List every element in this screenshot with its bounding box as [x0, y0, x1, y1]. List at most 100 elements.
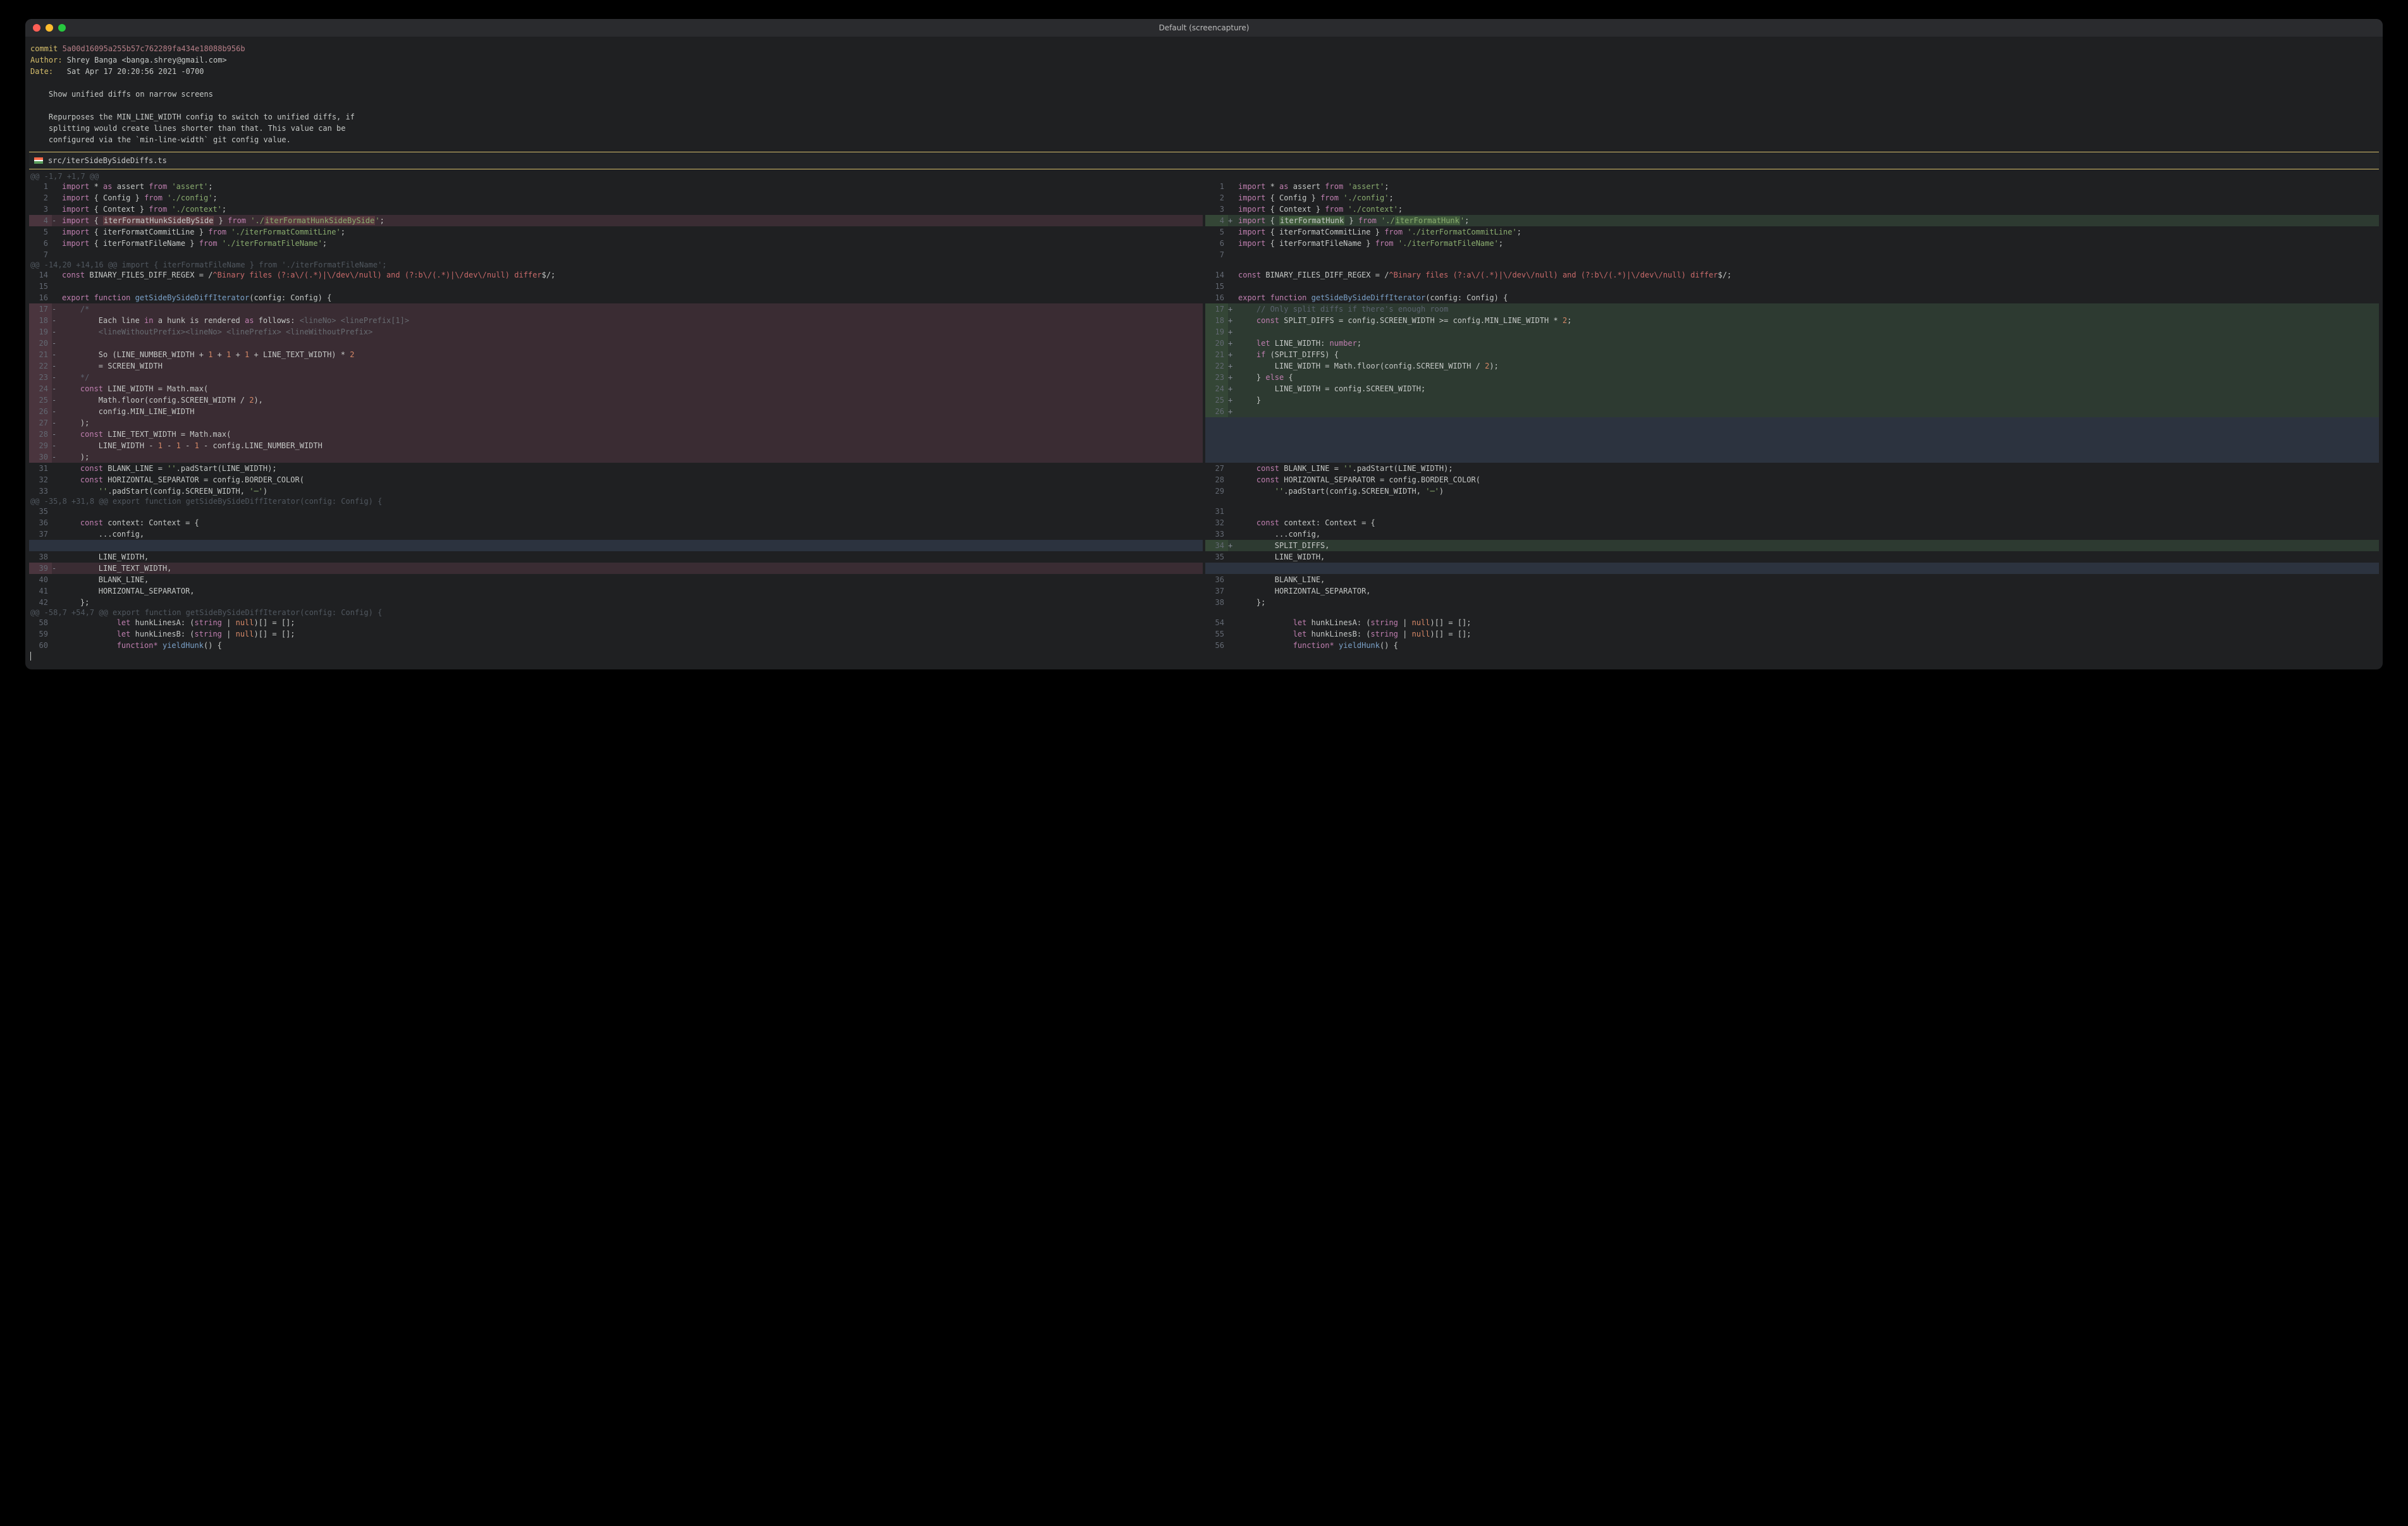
- hunk-range: @@ -1,7 +1,7 @@: [30, 172, 2379, 181]
- diff-pad: [29, 540, 1203, 551]
- code: function* yieldHunk() {: [62, 640, 1203, 651]
- line-marker: [52, 474, 62, 485]
- prompt-cursor[interactable]: [29, 651, 2379, 661]
- code: let hunkLinesA: (string | null)[] = [];: [1238, 617, 2379, 628]
- line-number: 56: [1205, 640, 1228, 651]
- diff-left: 58 let hunkLinesA: (string | null)[] = […: [29, 617, 1203, 651]
- line-number: 24: [29, 383, 52, 394]
- line-number: 33: [29, 485, 52, 497]
- line-number: 16: [29, 292, 52, 303]
- diff-line-deleted: 19- <lineWithoutPrefix><lineNo> <linePre…: [29, 326, 1203, 338]
- diff-line: 59 let hunkLinesB: (string | null)[] = […: [29, 628, 1203, 640]
- code: LINE_WIDTH - 1 - 1 - 1 - config.LINE_NUM…: [62, 440, 1203, 451]
- hunk-header: @@ -58,7 +54,7 @@ export function getSid…: [29, 608, 2379, 617]
- diff-pad: [1205, 429, 2379, 440]
- diff-line: 16 export function getSideBySideDiffIter…: [29, 292, 1203, 303]
- line-marker: -: [52, 417, 62, 429]
- line-number: 26: [1205, 406, 1228, 417]
- line-number: 7: [1205, 249, 1228, 260]
- code: [62, 249, 1203, 260]
- line-number: 22: [1205, 360, 1228, 372]
- line-marker: [1228, 440, 1238, 451]
- line-marker: -: [52, 326, 62, 338]
- commit-body-line: configured via the `min-line-width` git …: [30, 135, 291, 144]
- diff-line: 16 export function getSideBySideDiffIter…: [1205, 292, 2379, 303]
- line-marker: [1228, 506, 1238, 517]
- line-number: 19: [29, 326, 52, 338]
- line-number: 2: [1205, 192, 1228, 204]
- line-number: 33: [1205, 528, 1228, 540]
- code: const context: Context = {: [62, 517, 1203, 528]
- commit-hash: 5a00d16095a255b57c762289fa434e18088b956b: [63, 44, 245, 53]
- diff-line-deleted: 4-import { iterFormatHunkSideBySide } fr…: [29, 215, 1203, 226]
- diff-line: 7: [29, 249, 1203, 260]
- line-number: 23: [1205, 372, 1228, 383]
- diff-line-added: 25+ }: [1205, 394, 2379, 406]
- line-number: 31: [1205, 506, 1228, 517]
- diff-line-added: 18+ const SPLIT_DIFFS = config.SCREEN_WI…: [1205, 315, 2379, 326]
- line-marker: [52, 551, 62, 563]
- line-marker: [52, 640, 62, 651]
- line-marker: [1228, 528, 1238, 540]
- line-marker: [1228, 640, 1238, 651]
- line-marker: [52, 528, 62, 540]
- diff-line: 6 import { iterFormatFileName } from './…: [1205, 238, 2379, 249]
- commit-author: Shrey Banga <banga.shrey@gmail.com>: [67, 56, 227, 64]
- diff-block: 58 let hunkLinesA: (string | null)[] = […: [29, 617, 2379, 651]
- code: BLANK_LINE,: [62, 574, 1203, 585]
- line-number: 19: [1205, 326, 1228, 338]
- diff-line-added: 20+ let LINE_WIDTH: number;: [1205, 338, 2379, 349]
- line-marker: [52, 463, 62, 474]
- line-marker: -: [52, 406, 62, 417]
- hunk-header: @@ -35,8 +31,8 @@ export function getSid…: [29, 497, 2379, 506]
- code: [1238, 249, 2379, 260]
- line-number: 6: [1205, 238, 1228, 249]
- line-number: 58: [29, 617, 52, 628]
- diff-line-added: 24+ LINE_WIDTH = config.SCREEN_WIDTH;: [1205, 383, 2379, 394]
- line-marker: +: [1228, 540, 1238, 551]
- line-number: 25: [1205, 394, 1228, 406]
- code: } else {: [1238, 372, 2379, 383]
- diff-line-added: 21+ if (SPLIT_DIFFS) {: [1205, 349, 2379, 360]
- line-marker: -: [52, 215, 62, 226]
- line-marker: [52, 269, 62, 281]
- line-number: 15: [1205, 281, 1228, 292]
- code: function* yieldHunk() {: [1238, 640, 2379, 651]
- code: const LINE_TEXT_WIDTH = Math.max(: [62, 429, 1203, 440]
- diff-line: 2 import { Config } from './config';: [29, 192, 1203, 204]
- commit-label: commit: [30, 44, 63, 53]
- line-number: 4: [1205, 215, 1228, 226]
- code: <lineWithoutPrefix><lineNo> <linePrefix>…: [62, 326, 1203, 338]
- diff-line-added: 17+ // Only split diffs if there's enoug…: [1205, 303, 2379, 315]
- line-number: 2: [29, 192, 52, 204]
- code: import { iterFormatHunkSideBySide } from…: [62, 215, 1203, 226]
- diff-line: 60 function* yieldHunk() {: [29, 640, 1203, 651]
- commit-date: Sat Apr 17 20:20:56 2021 -0700: [67, 67, 204, 76]
- diff-line-added: 4+import { iterFormatHunk } from './iter…: [1205, 215, 2379, 226]
- line-marker: [1228, 292, 1238, 303]
- line-marker: [1228, 551, 1238, 563]
- diff-line: 42 };: [29, 597, 1203, 608]
- diff-line: 37 ...config,: [29, 528, 1203, 540]
- code: import { Context } from './context';: [62, 204, 1203, 215]
- line-number: 27: [1205, 463, 1228, 474]
- diff-line: 36 BLANK_LINE,: [1205, 574, 2379, 585]
- code: Math.floor(config.SCREEN_WIDTH / 2),: [62, 394, 1203, 406]
- line-number: 14: [1205, 269, 1228, 281]
- code: }: [1238, 394, 2379, 406]
- code: export function getSideBySideDiffIterato…: [62, 292, 1203, 303]
- code: import { iterFormatCommitLine } from './…: [62, 226, 1203, 238]
- diff-line-deleted: 17- /*: [29, 303, 1203, 315]
- diff-right: 1 import * as assert from 'assert'; 2 im…: [1205, 181, 2379, 260]
- terminal-body[interactable]: commit 5a00d16095a255b57c762289fa434e180…: [25, 37, 2383, 669]
- code: [1238, 406, 2379, 417]
- hunk-range: @@ -14,20 +14,16 @@ import { iterFormatF…: [30, 260, 2379, 269]
- diff-line: 33 ''.padStart(config.SCREEN_WIDTH, '─'): [29, 485, 1203, 497]
- line-marker: [52, 249, 62, 260]
- code: };: [62, 597, 1203, 608]
- code: [1238, 506, 2379, 517]
- line-number: 3: [1205, 204, 1228, 215]
- line-number: 7: [29, 249, 52, 260]
- diff-right: 31 32 const context: Context = { 33 ...c…: [1205, 506, 2379, 608]
- code: const LINE_WIDTH = Math.max(: [62, 383, 1203, 394]
